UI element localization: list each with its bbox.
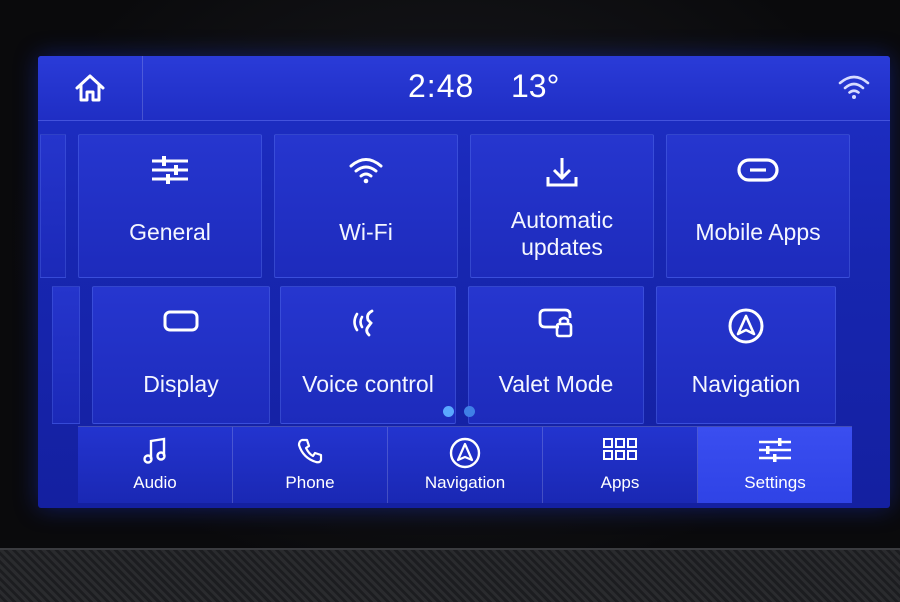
bottom-navigation-bar: Audio Phone Navigation Apps Settings [78, 426, 852, 503]
nav-apps-button[interactable]: Apps [543, 427, 698, 503]
voice-icon [281, 307, 455, 339]
tile-label: General [129, 219, 211, 245]
status-bar: 2:48 13° [38, 56, 890, 121]
tile-navigation[interactable]: Navigation [656, 286, 836, 424]
tile-valet-mode[interactable]: Valet Mode [468, 286, 644, 424]
wifi-icon [275, 155, 457, 185]
nav-settings-button[interactable]: Settings [698, 427, 852, 503]
tile-display[interactable]: Display [92, 286, 270, 424]
navigation-icon [388, 437, 542, 469]
tile-general[interactable]: General [78, 134, 262, 278]
navigation-icon [657, 307, 835, 345]
sliders-icon [79, 155, 261, 185]
page-indicator [443, 406, 475, 417]
music-note-icon [78, 437, 232, 465]
tile-label: Navigation [691, 371, 801, 397]
nav-navigation-button[interactable]: Navigation [388, 427, 543, 503]
tile-label: Automatic updates [471, 207, 653, 261]
nav-label: Audio [133, 473, 177, 492]
tile-label: Display [143, 371, 219, 397]
tile-voice-control[interactable]: Voice control [280, 286, 456, 424]
nav-label: Settings [744, 473, 806, 492]
clock-time: 2:48 [408, 68, 475, 104]
tile-label: Valet Mode [498, 371, 614, 397]
infotainment-screen: 2:48 13° General Wi-Fi Automatic updates… [38, 56, 890, 508]
nav-label: Navigation [424, 473, 506, 492]
nav-phone-button[interactable]: Phone [233, 427, 388, 503]
page-dot[interactable] [464, 406, 475, 417]
download-icon [471, 155, 653, 189]
home-icon [73, 72, 107, 104]
tile-wifi[interactable]: Wi-Fi [274, 134, 458, 278]
tile-label: Voice control [302, 371, 434, 397]
tile-label: Mobile Apps [695, 219, 821, 245]
sliders-icon [698, 437, 852, 463]
previous-page-tile-edge [40, 134, 66, 278]
nav-label: Phone [285, 473, 335, 492]
page-dot-active[interactable] [443, 406, 454, 417]
dashboard-trim [0, 548, 900, 602]
link-icon [667, 155, 849, 185]
tile-label: Wi-Fi [339, 219, 393, 245]
tile-label-line: Automatic [510, 207, 614, 233]
previous-page-tile-edge [52, 286, 80, 424]
wifi-signal-icon [838, 74, 870, 100]
tile-mobile-apps[interactable]: Mobile Apps [666, 134, 850, 278]
apps-grid-icon [543, 437, 697, 461]
nav-label: Apps [600, 473, 640, 492]
tile-label-line: updates [521, 234, 603, 260]
phone-icon [233, 437, 387, 465]
valet-lock-icon [469, 307, 643, 339]
nav-audio-button[interactable]: Audio [78, 427, 233, 503]
home-button[interactable] [38, 56, 143, 120]
display-icon [93, 307, 269, 335]
tile-automatic-updates[interactable]: Automatic updates [470, 134, 654, 278]
outside-temperature: 13° [511, 68, 560, 104]
